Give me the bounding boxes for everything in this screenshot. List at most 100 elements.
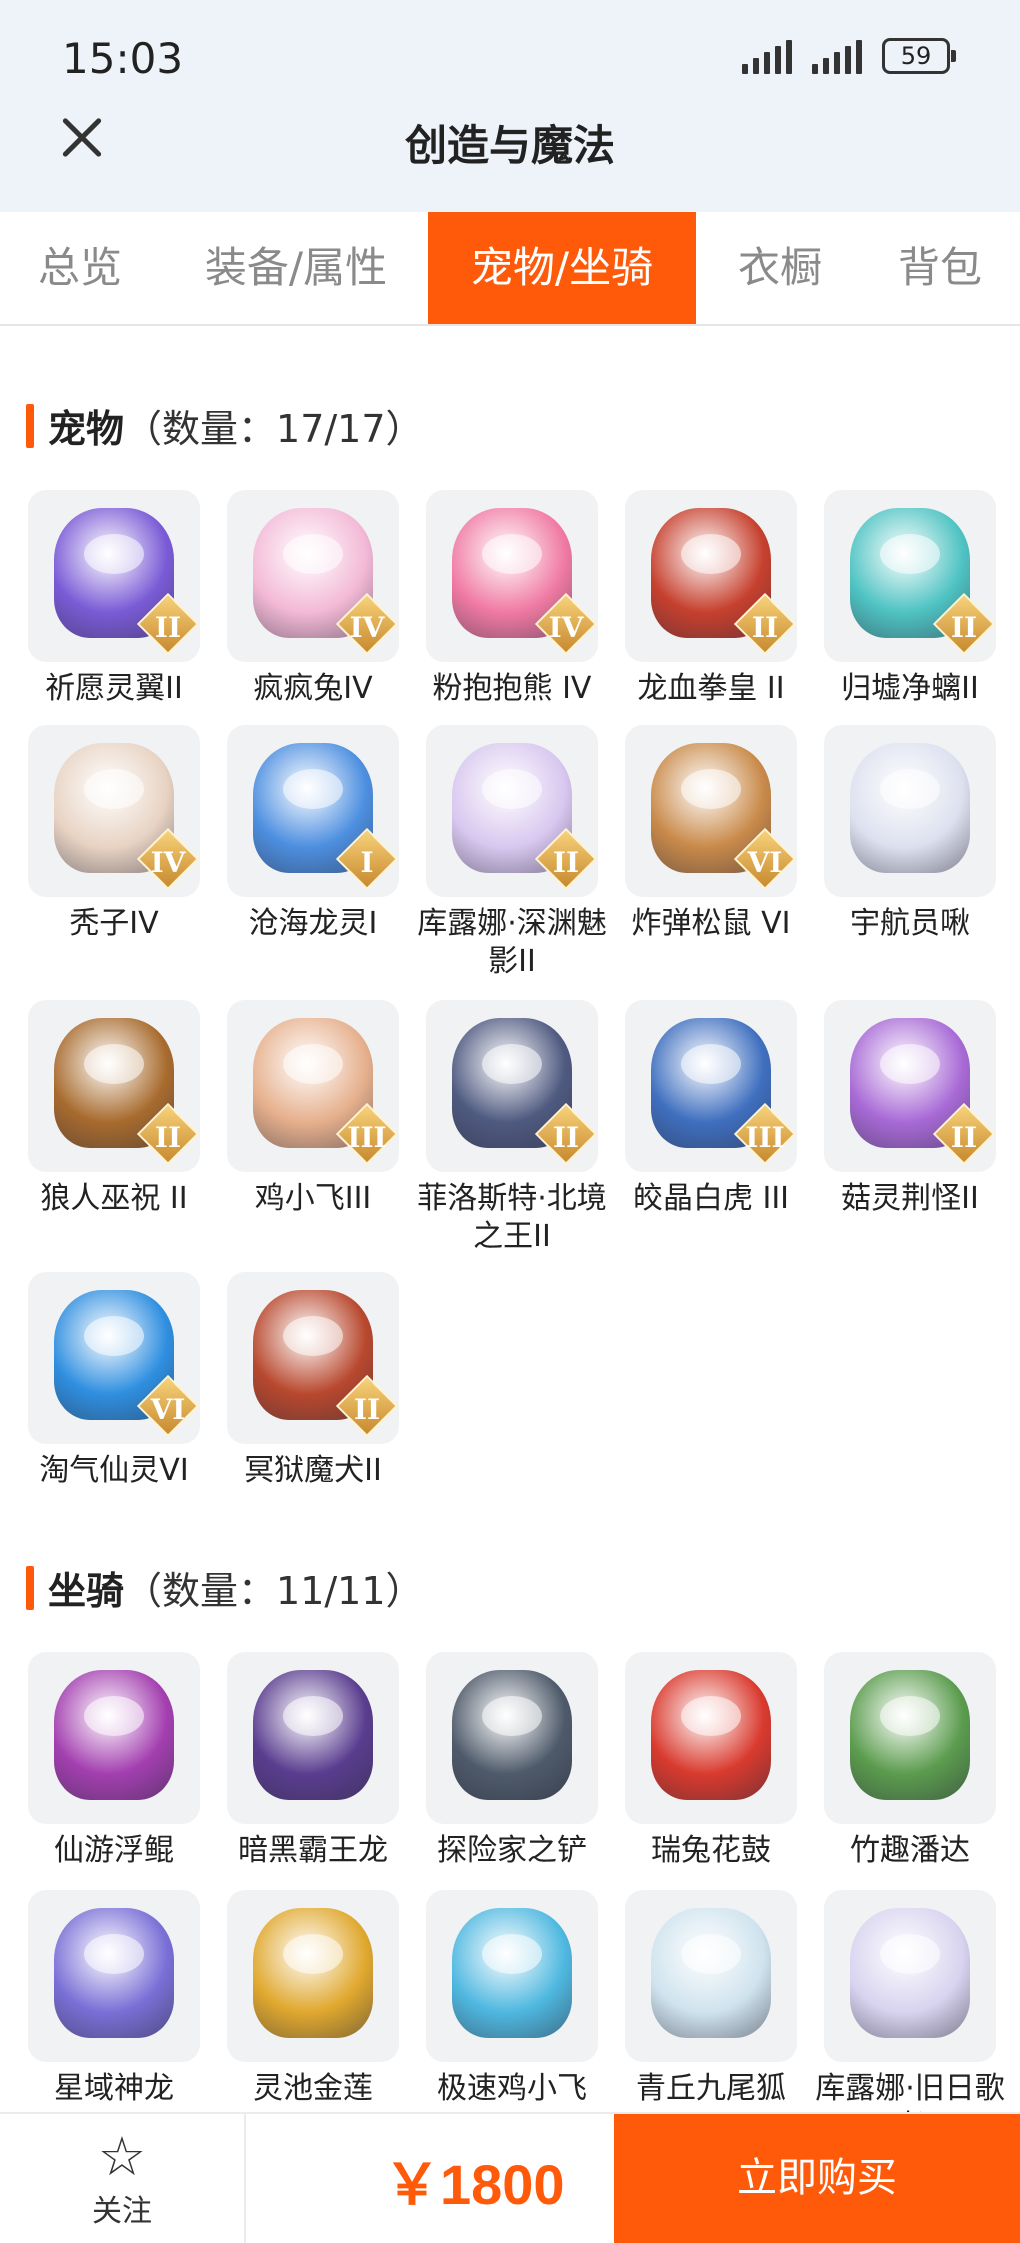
- mount-thumbnail: [824, 1652, 996, 1824]
- pet-image-highlight: [681, 534, 741, 574]
- mount-image-highlight: [84, 1696, 144, 1736]
- tier-badge-text: III: [745, 1121, 785, 1154]
- tier-badge-text: II: [552, 1121, 580, 1154]
- bottom-bar: ☆ 关注 ￥1800 立即购买: [0, 2112, 1020, 2243]
- price: ￥1800: [384, 2153, 565, 2216]
- tab-overview[interactable]: 总览: [20, 212, 140, 324]
- pet-name: 炸弹松鼠 VI: [631, 906, 791, 941]
- pet-thumbnail: IV: [28, 725, 200, 897]
- pet-image-highlight: [681, 1044, 741, 1084]
- mount-name: 探险家之铲: [437, 1833, 587, 1868]
- pet-image-highlight: [283, 1044, 343, 1084]
- pet-image-highlight: [880, 769, 940, 809]
- mount-name: 星域神龙: [54, 2071, 174, 2106]
- pet-thumbnail: II: [824, 1000, 996, 1172]
- tier-badge-text: II: [154, 1121, 182, 1154]
- tier-badge-text: III: [347, 1121, 387, 1154]
- pet-thumbnail: VI: [28, 1272, 200, 1444]
- signal-icon: [742, 40, 792, 74]
- tier-badge-text: II: [751, 611, 779, 644]
- pet-image-highlight: [283, 1316, 343, 1356]
- pet-thumbnail: IV: [227, 490, 399, 662]
- mount-thumbnail: [625, 1652, 797, 1824]
- battery-icon: 59: [882, 38, 956, 74]
- section-title: 宠物: [48, 407, 125, 451]
- tier-badge-text: II: [154, 611, 182, 644]
- pet-thumbnail: III: [625, 1000, 797, 1172]
- mount-image-highlight: [283, 1934, 343, 1974]
- mount-thumbnail: [625, 1890, 797, 2062]
- pet-thumbnail: II: [426, 1000, 598, 1172]
- mount-thumbnail: [28, 1890, 200, 2062]
- pet-name: 疯疯兔IV: [253, 671, 373, 706]
- status-icons: 59: [742, 38, 956, 74]
- pet-thumbnail: II: [824, 490, 996, 662]
- mount-image-highlight: [880, 1934, 940, 1974]
- follow-button[interactable]: ☆ 关注: [62, 2128, 182, 2230]
- pet-name: 归墟净螭II: [841, 671, 979, 706]
- pet-thumbnail: II: [28, 490, 200, 662]
- pet-thumbnail: II: [28, 1000, 200, 1172]
- pet-image-highlight: [681, 769, 741, 809]
- mount-thumbnail: [824, 1890, 996, 2062]
- pets-section-header: 宠物 （数量：17/17）: [26, 398, 424, 453]
- pet-image-highlight: [84, 534, 144, 574]
- pet-name: 沧海龙灵I: [248, 906, 378, 941]
- divider: [244, 2114, 246, 2243]
- pet-name: 皎晶白虎 III: [632, 1181, 790, 1216]
- pet-name: 狼人巫祝 II: [40, 1181, 188, 1216]
- section-accent: [26, 403, 34, 448]
- follow-label: 关注: [92, 2194, 152, 2229]
- pet-thumbnail: I: [227, 725, 399, 897]
- star-icon: ☆: [97, 2125, 147, 2188]
- section-title: 坐骑: [48, 1569, 125, 1613]
- mount-name: 竹趣潘达: [850, 1833, 970, 1868]
- pet-thumbnail: II: [426, 725, 598, 897]
- tab-equipment[interactable]: 装备/属性: [186, 212, 406, 324]
- mount-name: 青丘九尾狐: [636, 2071, 786, 2106]
- section-count: （数量：11/11）: [124, 1569, 424, 1613]
- top-bar: 15:03 59 创造与魔法: [0, 0, 1020, 212]
- pet-name: 龙血拳皇 II: [637, 671, 785, 706]
- mount-name: 仙游浮鲲: [54, 1833, 174, 1868]
- pet-thumbnail: [824, 725, 996, 897]
- page-title: 创造与魔法: [404, 121, 615, 170]
- mount-thumbnail: [426, 1652, 598, 1824]
- pet-name: 菲洛斯特·北境之王II: [417, 1181, 607, 1254]
- tier-badge-text: VI: [150, 1393, 186, 1426]
- pet-image-highlight: [880, 1044, 940, 1084]
- mount-thumbnail: [227, 1890, 399, 2062]
- pet-name: 祈愿灵翼II: [45, 671, 183, 706]
- pet-image-highlight: [482, 769, 542, 809]
- mount-thumbnail: [426, 1890, 598, 2062]
- mount-thumbnail: [28, 1652, 200, 1824]
- tab-wardrobe[interactable]: 衣橱: [720, 212, 840, 324]
- mounts-section-header: 坐骑 （数量：11/11）: [26, 1560, 424, 1615]
- mount-name: 瑞兔花鼓: [651, 1833, 771, 1868]
- pet-thumbnail: III: [227, 1000, 399, 1172]
- tier-badge-text: II: [950, 611, 978, 644]
- mount-image-highlight: [681, 1934, 741, 1974]
- section-count: （数量：17/17）: [124, 407, 424, 451]
- pet-name: 粉抱抱熊 IV: [432, 671, 592, 706]
- tab-backpack[interactable]: 背包: [880, 212, 1000, 324]
- mount-name: 暗黑霸王龙: [238, 1833, 388, 1868]
- pet-name: 鸡小飞III: [254, 1181, 372, 1216]
- tier-badge-text: II: [353, 1393, 381, 1426]
- pet-image-highlight: [84, 769, 144, 809]
- mount-image-highlight: [482, 1934, 542, 1974]
- pet-name: 秃子IV: [69, 906, 159, 941]
- pet-image-highlight: [84, 1316, 144, 1356]
- tier-badge-text: VI: [747, 846, 783, 879]
- mount-image-highlight: [84, 1934, 144, 1974]
- pet-thumbnail: IV: [426, 490, 598, 662]
- pet-name: 淘气仙灵VI: [39, 1453, 189, 1488]
- tab-bar: 总览 装备/属性 宠物/坐骑 衣橱 背包: [0, 212, 1020, 326]
- buy-now-button[interactable]: 立即购买: [614, 2114, 1020, 2243]
- tab-pets-mounts[interactable]: 宠物/坐骑: [428, 212, 696, 324]
- pet-image-highlight: [880, 534, 940, 574]
- pet-name: 冥狱魔犬II: [244, 1453, 382, 1488]
- signal-icon: [812, 40, 862, 74]
- tier-badge-text: II: [950, 1121, 978, 1154]
- pet-thumbnail: II: [625, 490, 797, 662]
